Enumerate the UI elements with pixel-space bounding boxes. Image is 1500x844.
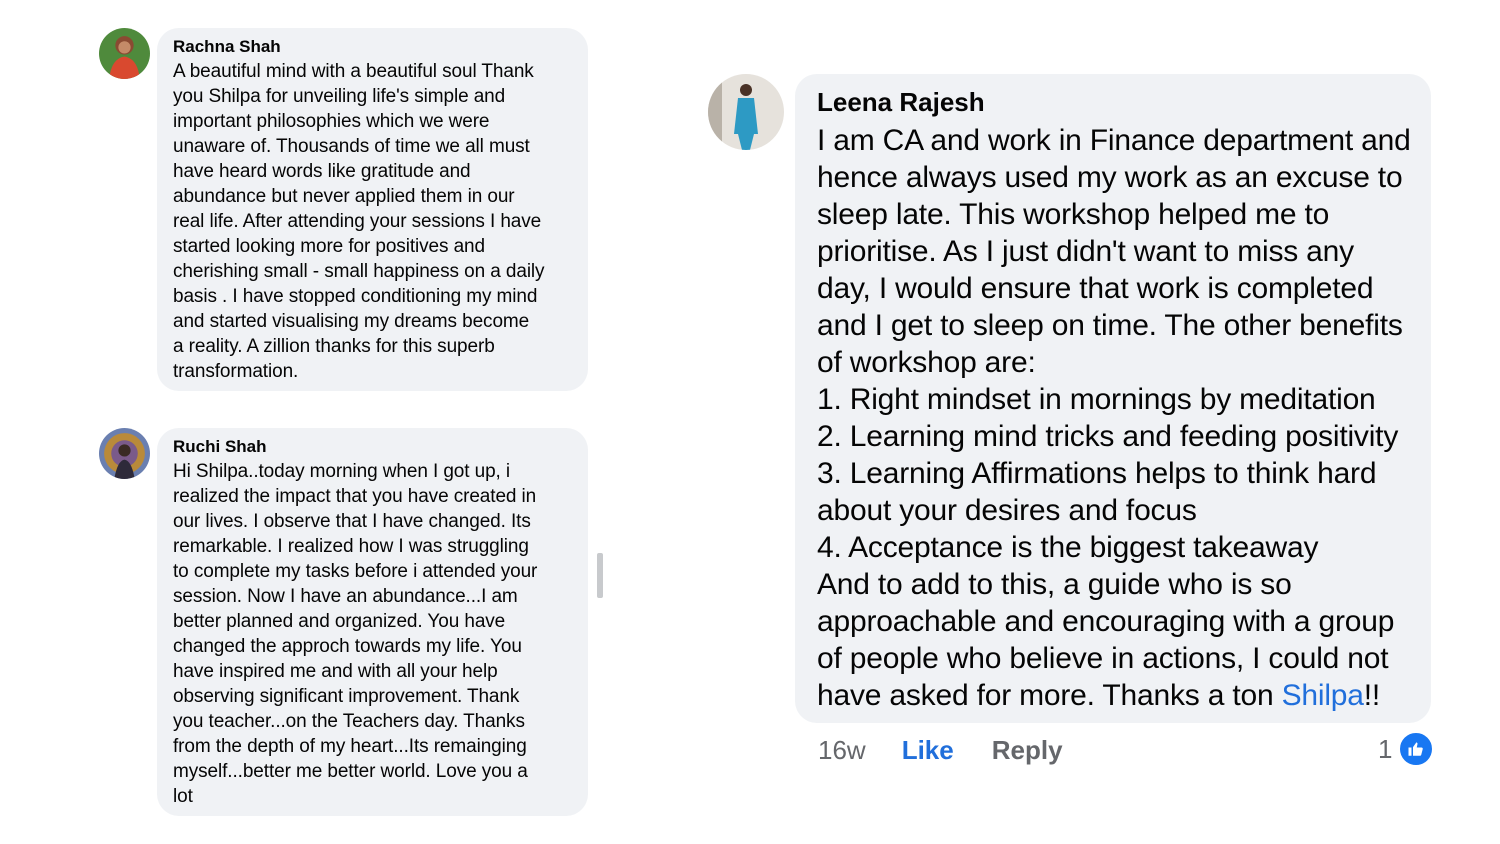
mention-link[interactable]: Shilpa [1282,679,1364,712]
comment-text: A beautiful mind with a beautiful soul T… [173,61,545,382]
avatar-ruchi-shah[interactable] [99,428,150,479]
scrollbar[interactable] [597,553,603,598]
comment-author[interactable]: Leena Rajesh [817,87,1413,117]
thumbs-up-icon [1398,731,1435,767]
comment-bubble: Leena Rajesh I am CA and work in Finance… [795,74,1431,723]
comment-actions: 16w Like Reply [818,730,1063,770]
like-button[interactable]: Like [902,735,954,766]
comment-text: Hi Shilpa..today morning when I got up, … [173,461,538,807]
comment-bubble: Ruchi Shah Hi Shilpa..today morning when… [157,428,588,816]
comment-author[interactable]: Ruchi Shah [173,437,574,457]
avatar-rachna-shah[interactable] [99,28,150,79]
comment-bubble: Rachna Shah A beautiful mind with a beau… [157,28,588,391]
reaction-summary[interactable]: 1 [1378,731,1435,767]
comment-text-end: !! [1363,679,1381,712]
comment-body: I am CA and work in Finance department a… [817,124,1411,712]
reply-button[interactable]: Reply [992,735,1063,766]
comment-author[interactable]: Rachna Shah [173,37,574,57]
timestamp[interactable]: 16w [818,735,866,766]
avatar-leena-rajesh[interactable] [708,74,784,150]
comment-text: I am CA and work in Finance department a… [817,122,1413,714]
reaction-count: 1 [1378,733,1393,764]
